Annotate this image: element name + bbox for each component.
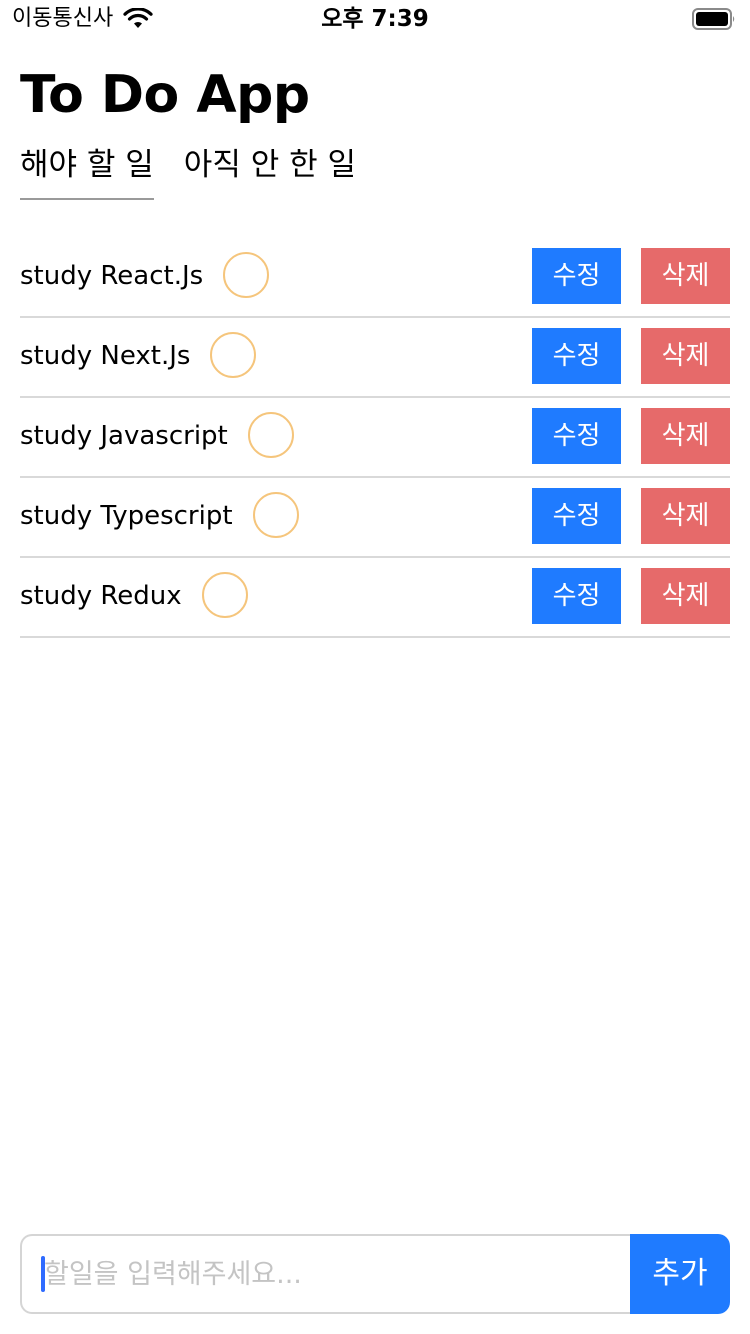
tab-not-done[interactable]: 아직 안 한 일: [184, 140, 356, 200]
circle-checkbox-icon[interactable]: [252, 492, 299, 538]
edit-button[interactable]: 수정: [532, 328, 621, 384]
add-todo-bar: 추가: [20, 1234, 730, 1314]
edit-button[interactable]: 수정: [532, 568, 621, 624]
delete-button[interactable]: 삭제: [641, 488, 730, 544]
delete-button[interactable]: 삭제: [641, 248, 730, 304]
todo-actions: 수정 삭제: [532, 568, 730, 624]
todo-input[interactable]: [20, 1234, 630, 1314]
todo-item: study Javascript 수정 삭제: [20, 398, 730, 478]
delete-button[interactable]: 삭제: [641, 328, 730, 384]
circle-checkbox-icon[interactable]: [201, 572, 248, 618]
tab-bar: 해야 할 일 아직 안 한 일: [20, 140, 356, 200]
todo-actions: 수정 삭제: [532, 248, 730, 304]
circle-checkbox-icon[interactable]: [247, 412, 294, 458]
edit-button[interactable]: 수정: [532, 488, 621, 544]
battery-icon: [692, 8, 735, 30]
todo-actions: 수정 삭제: [532, 408, 730, 464]
todo-actions: 수정 삭제: [532, 328, 730, 384]
delete-button[interactable]: 삭제: [641, 568, 730, 624]
delete-button[interactable]: 삭제: [641, 408, 730, 464]
todo-text: study Next.Js: [20, 341, 191, 371]
todo-item: study Typescript 수정 삭제: [20, 478, 730, 558]
circle-checkbox-icon[interactable]: [223, 252, 270, 298]
todo-item: study Redux 수정 삭제: [20, 558, 730, 638]
todo-item: study React.Js 수정 삭제: [20, 238, 730, 318]
page-title: To Do App: [20, 65, 310, 125]
app-screen: 이동통신사 오후 7:39 To Do App 해야 할 일 아직 안 한 일 …: [0, 0, 750, 1334]
todo-actions: 수정 삭제: [532, 488, 730, 544]
circle-checkbox-icon[interactable]: [210, 332, 257, 378]
todo-text: study Redux: [20, 581, 182, 611]
todo-list: study React.Js 수정 삭제 study Next.Js 수정 삭제…: [20, 238, 730, 638]
todo-text: study Javascript: [20, 421, 228, 451]
tab-todo[interactable]: 해야 할 일: [20, 140, 154, 200]
edit-button[interactable]: 수정: [532, 248, 621, 304]
status-time: 오후 7:39: [321, 6, 429, 32]
status-bar: 이동통신사 오후 7:39: [0, 0, 750, 40]
edit-button[interactable]: 수정: [532, 408, 621, 464]
todo-text: study Typescript: [20, 501, 233, 531]
todo-text: study React.Js: [20, 261, 204, 291]
text-cursor: [41, 1256, 45, 1292]
add-button[interactable]: 추가: [630, 1234, 730, 1314]
todo-item: study Next.Js 수정 삭제: [20, 318, 730, 398]
